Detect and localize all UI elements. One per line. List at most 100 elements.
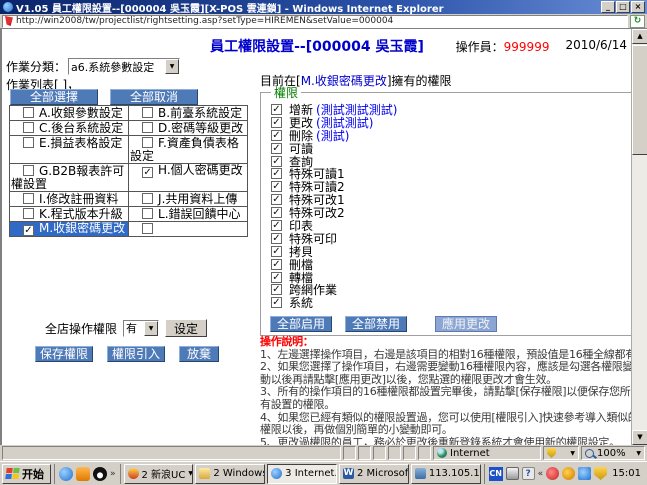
select-all-button[interactable]: 全部選擇: [10, 89, 98, 105]
checkbox[interactable]: ✓: [271, 207, 282, 219]
checkbox[interactable]: [142, 223, 154, 234]
enable-all-button[interactable]: 全部启用: [270, 316, 332, 333]
operation-cell[interactable]: E.損益表格設定: [8, 135, 130, 164]
task-button[interactable]: 113.105.131...▼: [410, 463, 481, 484]
minimize-button[interactable]: _: [601, 1, 615, 13]
protected-mode-pane[interactable]: ▼: [543, 446, 579, 460]
import-permissions-button[interactable]: 權限引入: [107, 346, 166, 362]
close-button[interactable]: ×: [631, 1, 645, 13]
shield-icon: [547, 448, 556, 458]
disable-all-button[interactable]: 全部禁用: [345, 316, 407, 333]
operation-cell[interactable]: J.共用資料上傳: [128, 191, 248, 207]
checkbox[interactable]: [23, 137, 34, 148]
chevron-down-icon[interactable]: ▼: [144, 320, 159, 336]
checkbox[interactable]: [23, 193, 34, 204]
save-permissions-button[interactable]: 保存權限: [35, 346, 94, 362]
task-button[interactable]: W2 Microsof...▼: [339, 463, 409, 484]
cancel-all-button[interactable]: 全部取消: [110, 89, 198, 105]
chevron-down-icon[interactable]: ▼: [570, 450, 575, 457]
operation-cell[interactable]: B.前臺系統設定: [128, 105, 248, 121]
scroll-down-icon[interactable]: ▼: [632, 430, 647, 445]
operation-cell[interactable]: C.後台系統設定: [8, 120, 130, 136]
page-action-icon[interactable]: ↻: [630, 14, 645, 28]
checkbox[interactable]: [142, 107, 154, 118]
chevron-down-icon[interactable]: ▼: [636, 450, 641, 457]
qq-icon[interactable]: [93, 466, 107, 481]
operation-cell[interactable]: D.密碼等級更改: [128, 120, 248, 136]
checkbox[interactable]: [142, 122, 154, 133]
checkbox[interactable]: ✓: [271, 181, 282, 193]
operation-cell[interactable]: [128, 221, 248, 237]
checkbox[interactable]: ✓: [271, 245, 282, 257]
permission-row[interactable]: ✓ 刪檔: [269, 258, 631, 272]
apply-changes-button[interactable]: 應用更改: [435, 316, 497, 333]
checkbox[interactable]: ✓: [271, 142, 282, 154]
checkbox[interactable]: [142, 137, 154, 148]
operation-cell[interactable]: G.B2B報表許可權設置: [8, 163, 130, 192]
discard-button[interactable]: 放棄: [179, 346, 220, 362]
table-row: C.後台系統設定 D.密碼等級更改: [8, 120, 248, 136]
wangwang-tray-icon[interactable]: [562, 467, 576, 480]
store-permission-select[interactable]: 有 ▼: [123, 319, 160, 337]
overflow-chevron-icon[interactable]: »: [110, 469, 116, 479]
checkbox[interactable]: ✓: [271, 284, 282, 296]
operation-cell[interactable]: K.程式版本升級: [8, 206, 130, 222]
checkbox[interactable]: ✓: [271, 271, 282, 283]
tray-chevron-icon[interactable]: «: [538, 469, 544, 479]
help-icon[interactable]: ?: [521, 467, 535, 480]
clock[interactable]: 15:01: [612, 468, 641, 479]
permission-row[interactable]: ✓ 特殊可改2: [269, 206, 631, 220]
set-button[interactable]: 设定: [165, 319, 208, 337]
checkbox[interactable]: ✓: [271, 129, 282, 141]
task-button[interactable]: 2 Windows ...▼: [195, 463, 266, 484]
category-select[interactable]: a6.系統參數設定 ▼: [68, 58, 181, 75]
chevron-down-icon[interactable]: ▼: [188, 470, 192, 477]
operation-cell[interactable]: L.錯誤回饋中心: [128, 206, 248, 222]
qq-tray-icon[interactable]: [546, 467, 560, 480]
permission-row[interactable]: ✓ 跨網作業: [269, 283, 631, 297]
chevron-down-icon[interactable]: ▼: [165, 59, 180, 74]
checkbox[interactable]: ✓: [271, 297, 282, 309]
checkbox[interactable]: ✓: [271, 168, 282, 180]
checkbox[interactable]: ✓: [142, 167, 154, 178]
category-label: 作業分類：: [6, 60, 67, 74]
address-url: http://win2008/tw/projectlist/rightsetti…: [16, 16, 394, 26]
zoom-pane[interactable]: 100% ▼: [581, 446, 645, 460]
task-button[interactable]: 2 新浪UC ▼: [123, 463, 194, 484]
scroll-up-icon[interactable]: ▲: [632, 29, 647, 44]
address-input[interactable]: http://win2008/tw/projectlist/rightsetti…: [2, 14, 628, 28]
checkbox[interactable]: [142, 208, 154, 219]
permission-row[interactable]: ✓ 特殊可印: [269, 232, 631, 246]
task-button[interactable]: 3 Internet...▼: [267, 463, 337, 484]
wangwang-icon[interactable]: [76, 466, 90, 481]
category-value: a6.系統參數設定: [71, 60, 155, 74]
checkbox[interactable]: ✓: [271, 116, 282, 128]
checkbox[interactable]: [23, 165, 34, 176]
checkbox[interactable]: ✓: [271, 194, 282, 206]
checkbox[interactable]: [142, 193, 154, 204]
security-shield-icon[interactable]: [594, 467, 608, 480]
checkbox[interactable]: [23, 208, 34, 219]
maximize-button[interactable]: □: [616, 1, 630, 13]
scroll-thumb[interactable]: [632, 45, 647, 155]
checkbox[interactable]: ✓: [271, 103, 282, 115]
checkbox[interactable]: ✓: [271, 155, 282, 167]
checkbox[interactable]: [23, 122, 34, 133]
operation-cell[interactable]: A.收銀參數設定: [8, 105, 130, 121]
operation-cell[interactable]: F.資產負債表格設定: [128, 135, 248, 164]
operation-cell[interactable]: I.修改註冊資料: [8, 191, 130, 207]
checkbox[interactable]: ✓: [23, 225, 34, 236]
checkbox[interactable]: [23, 107, 34, 118]
ie-quicklaunch-icon[interactable]: [59, 466, 73, 481]
checkbox[interactable]: ✓: [271, 219, 282, 231]
start-button[interactable]: 开始: [2, 463, 51, 484]
messenger-tray-icon[interactable]: [578, 467, 592, 480]
operation-cell[interactable]: ✓ M.收銀密碼更改: [8, 221, 130, 237]
vertical-scrollbar[interactable]: ▲ ▼: [631, 29, 647, 445]
checkbox[interactable]: ✓: [271, 258, 282, 270]
operation-cell[interactable]: ✓ H.個人密碼更改: [128, 163, 248, 192]
printer-icon[interactable]: [505, 467, 519, 480]
permission-row[interactable]: ✓ 刪除 (測試): [269, 129, 631, 143]
language-indicator[interactable]: CN: [488, 466, 503, 481]
checkbox[interactable]: ✓: [271, 232, 282, 244]
